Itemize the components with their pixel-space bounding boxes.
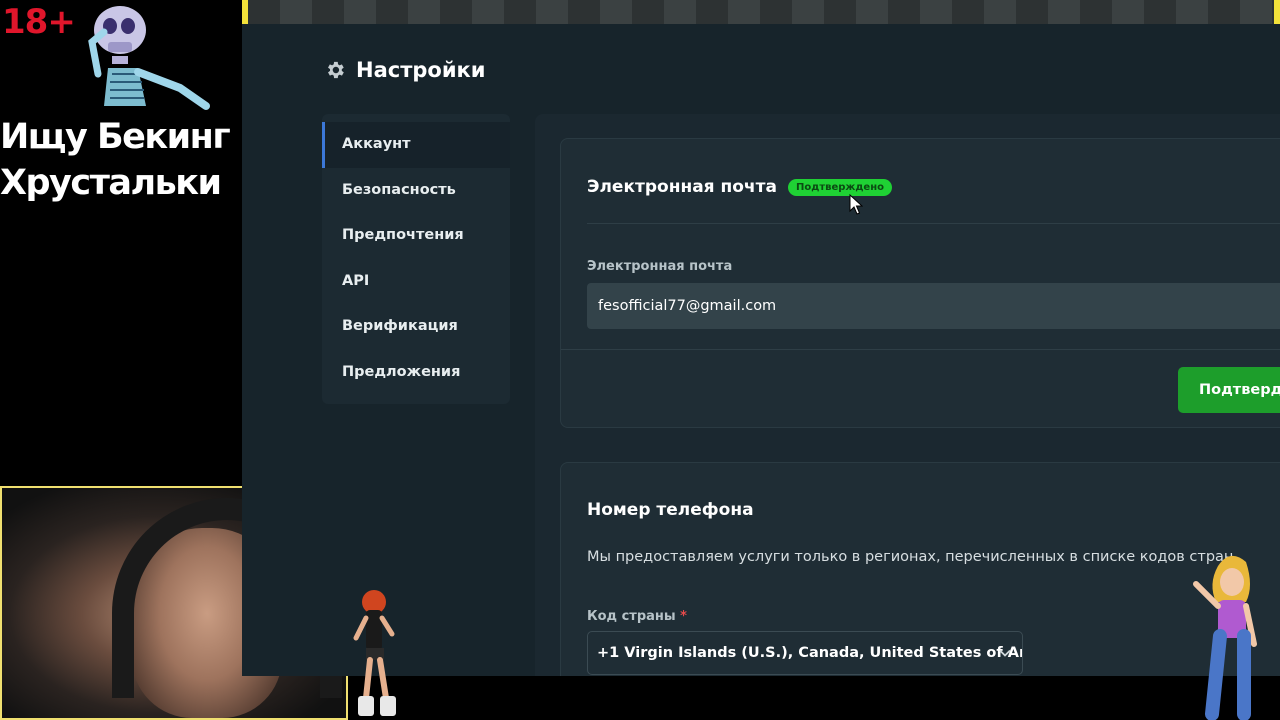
bottom-letterbox xyxy=(348,676,1280,720)
country-code-label-text: Код страны xyxy=(587,609,676,624)
sidebar-item-verification[interactable]: Верификация xyxy=(322,304,510,350)
confirm-email-button[interactable]: Подтверди xyxy=(1178,367,1280,413)
email-field-label: Электронная почта xyxy=(587,259,733,274)
sidebar-item-security[interactable]: Безопасность xyxy=(322,168,510,214)
country-code-select[interactable]: +1 Virgin Islands (U.S.), Canada, United… xyxy=(587,631,1023,675)
stream-title: Ищу Бекинг Хрустальки xyxy=(0,117,231,203)
email-card: Электронная почта Подтверждено Электронн… xyxy=(560,138,1280,428)
phone-card: Номер телефона Мы предоставляем услуги т… xyxy=(560,462,1280,676)
country-code-value: +1 Virgin Islands (U.S.), Canada, United… xyxy=(597,645,1023,661)
verified-badge: Подтверждено xyxy=(788,179,892,196)
sidebar-item-api[interactable]: API xyxy=(322,259,510,305)
email-field[interactable]: fesofficial77@gmail.com xyxy=(587,283,1280,329)
phone-card-title: Номер телефона xyxy=(587,500,754,520)
dancing-girl-figure-icon xyxy=(353,590,396,716)
stream-overlay-panel: 18+ Ищу Бекинг Хрустальки xyxy=(0,0,242,486)
top-bar xyxy=(242,0,1280,24)
sidebar-item-preferences[interactable]: Предпочтения xyxy=(322,213,510,259)
divider xyxy=(587,223,1280,224)
chevron-down-icon xyxy=(999,649,1011,657)
settings-sidebar: Аккаунт Безопасность Предпочтения API Ве… xyxy=(322,114,510,404)
sidebar-item-offers[interactable]: Предложения xyxy=(322,350,510,396)
age-rating-badge: 18+ xyxy=(2,2,76,42)
email-card-title: Электронная почта xyxy=(587,177,777,197)
divider xyxy=(561,349,1280,350)
phone-card-description: Мы предоставляем услуги только в региона… xyxy=(587,549,1239,565)
skeleton-mascot-icon xyxy=(88,6,210,110)
settings-app: Настройки Аккаунт Безопасность Предпочте… xyxy=(242,24,1280,676)
dancing-woman-figure-icon xyxy=(1193,555,1257,720)
gear-icon xyxy=(328,61,344,79)
page-header: Настройки xyxy=(324,58,486,82)
page-title: Настройки xyxy=(356,58,486,82)
country-code-label: Код страны * xyxy=(587,609,687,624)
sidebar-item-account[interactable]: Аккаунт xyxy=(322,122,510,168)
mouse-cursor-icon xyxy=(849,194,863,215)
required-mark: * xyxy=(680,609,687,624)
